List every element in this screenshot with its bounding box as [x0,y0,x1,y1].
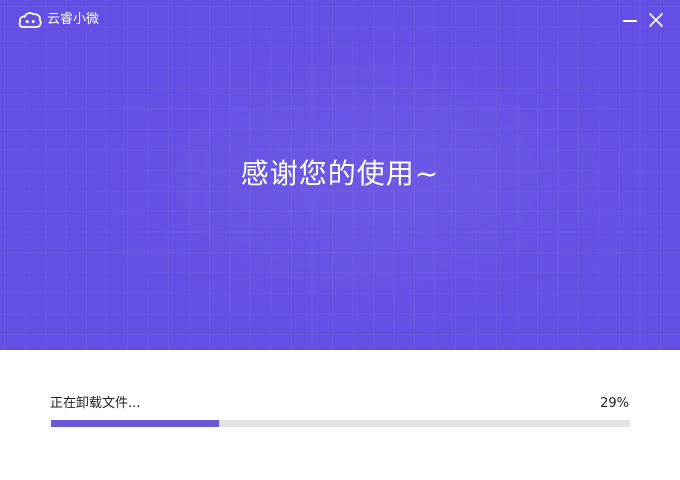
app-title: 云睿小微 [47,12,100,27]
progress-bar-fill [51,420,219,427]
hero-banner: 云睿小微 感谢您的使用~ [0,0,680,350]
progress-bar [51,420,630,427]
title-bar[interactable]: 云睿小微 [0,0,680,40]
thank-you-headline: 感谢您的使用~ [240,157,440,190]
close-button[interactable] [646,10,666,30]
close-icon [646,13,666,34]
progress-percent: 29% [600,396,629,411]
uninstall-status-text: 正在卸载文件... [50,396,141,411]
progress-panel: 正在卸载文件... 29% [0,350,680,480]
uninstaller-window: 云睿小微 感谢您的使用~ 正在卸载文件... 29% [0,0,680,480]
app-logo-icon [18,11,42,29]
minimize-button[interactable] [620,10,640,30]
